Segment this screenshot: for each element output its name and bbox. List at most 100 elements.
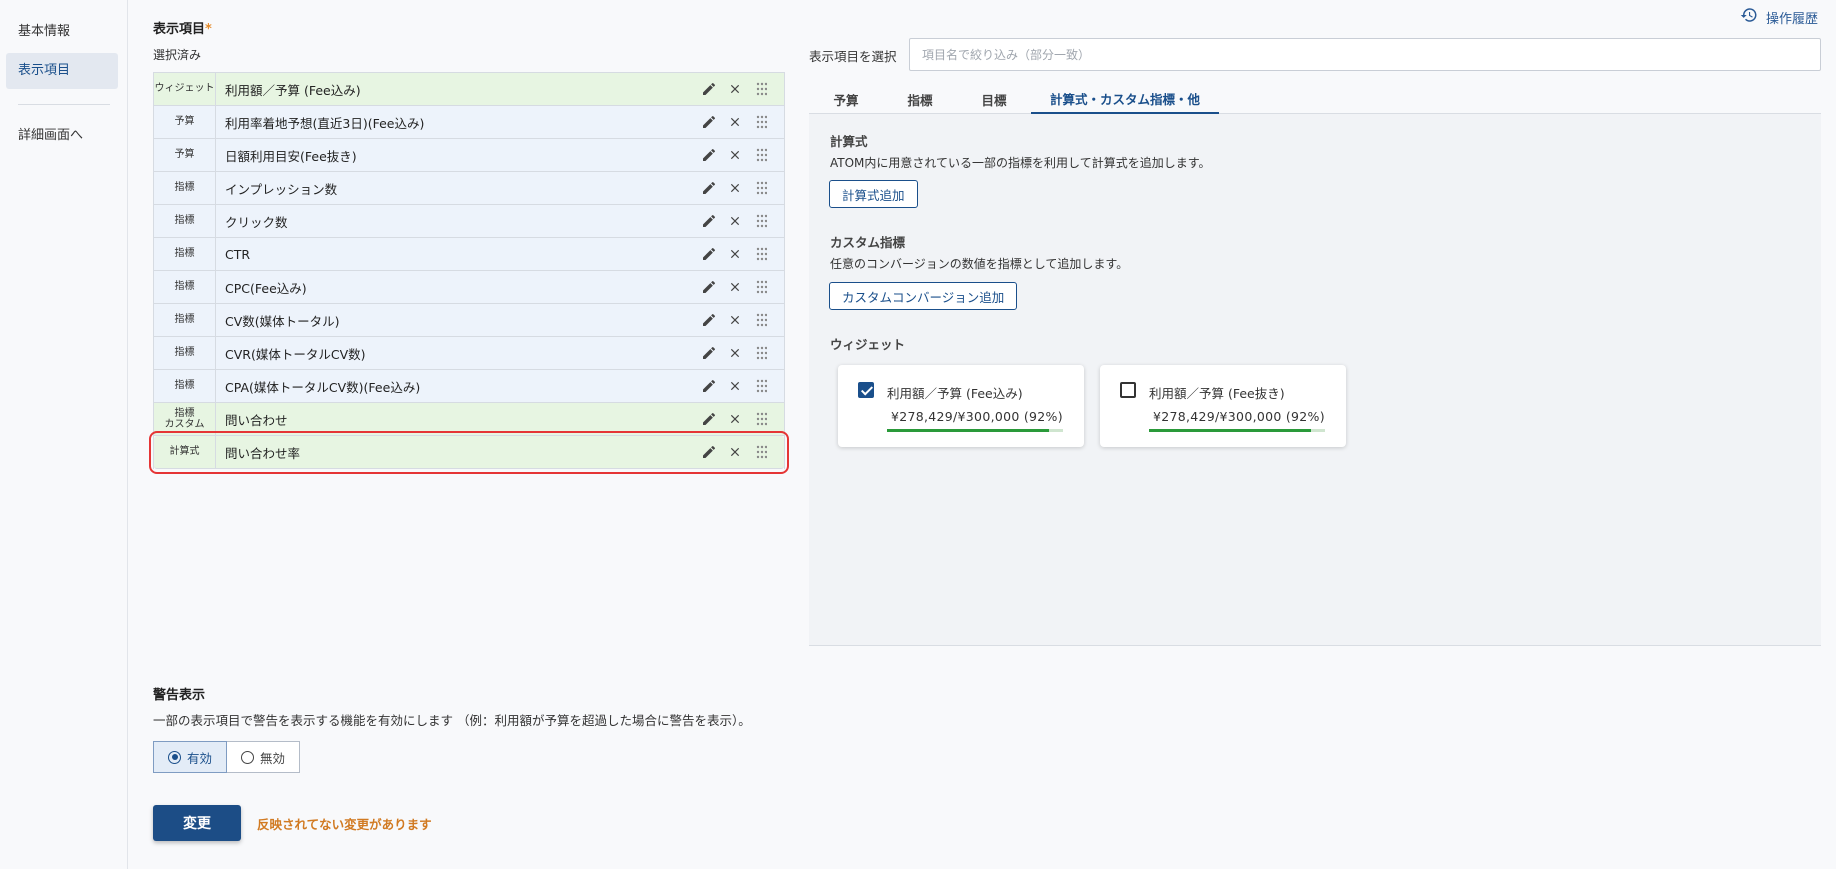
item-category-tag: 計算式 <box>154 436 216 468</box>
widget-card-label: 利用額／予算 (Fee抜き) <box>1149 386 1285 401</box>
sidebar-item-detail-screen[interactable]: 詳細画面へ <box>6 118 118 154</box>
required-mark: * <box>205 22 212 37</box>
close-icon[interactable] <box>722 436 748 469</box>
selected-item-row-highlighted[interactable]: 計算式 問い合わせ率 <box>149 431 789 474</box>
item-category-tag: 指標 <box>154 304 216 336</box>
selected-item-row[interactable]: 指標 カスタム 問い合わせ <box>154 403 784 436</box>
item-label: 利用額／予算 (Fee込み) <box>225 82 361 98</box>
submit-button[interactable]: 変更 <box>153 805 241 841</box>
edit-icon[interactable] <box>696 304 722 337</box>
tab-formula-custom-other[interactable]: 計算式・カスタム指標・他 <box>1031 84 1219 114</box>
item-filter-input[interactable] <box>909 38 1821 71</box>
checkbox-checked-icon[interactable] <box>858 382 874 398</box>
tab-goals[interactable]: 目標 <box>957 84 1031 114</box>
custom-metric-description: 任意のコンバージョンの数値を指標として追加します。 <box>830 257 1129 271</box>
checkbox-unchecked-icon[interactable] <box>1120 382 1136 398</box>
warning-radio-group: 有効 無効 <box>153 741 301 773</box>
close-icon[interactable] <box>722 271 748 304</box>
edit-icon[interactable] <box>696 238 722 271</box>
drag-handle-icon[interactable] <box>748 337 774 370</box>
widget-card[interactable]: 利用額／予算 (Fee抜き) ¥278,429/¥300,000 (92%) <box>1100 365 1346 447</box>
edit-icon[interactable] <box>696 271 722 304</box>
close-icon[interactable] <box>722 304 748 337</box>
selected-item-row[interactable]: 指標 クリック数 <box>154 205 784 238</box>
selected-item-row[interactable]: 指標 CVR(媒体トータルCV数) <box>154 337 784 370</box>
drag-handle-icon[interactable] <box>748 238 774 271</box>
radio-selected-icon <box>168 750 181 764</box>
close-icon[interactable] <box>722 73 748 106</box>
selected-item-row[interactable]: 指標 インプレッション数 <box>154 172 784 205</box>
selected-item-row[interactable]: 予算 日額利用目安(Fee抜き) <box>154 139 784 172</box>
sidebar-item-basic-info[interactable]: 基本情報 <box>6 14 118 50</box>
custom-metric-title: カスタム指標 <box>830 235 906 250</box>
edit-icon[interactable] <box>696 436 722 469</box>
item-category-tag: 指標 <box>154 238 216 270</box>
item-label: CPC(Fee込み) <box>225 280 307 296</box>
drag-handle-icon[interactable] <box>748 205 774 238</box>
history-label: 操作履歴 <box>1765 11 1818 27</box>
tab-budget[interactable]: 予算 <box>809 84 883 114</box>
drag-handle-icon[interactable] <box>748 370 774 403</box>
radio-disabled[interactable]: 無効 <box>227 741 301 773</box>
display-items-title: 表示項目* <box>153 22 212 37</box>
selected-label: 選択済み <box>153 48 202 62</box>
drag-handle-icon[interactable] <box>748 436 774 469</box>
selected-item-row[interactable]: 指標 CTR <box>154 238 784 271</box>
widget-card-value: ¥278,429/¥300,000 (92%) <box>1153 409 1325 424</box>
close-icon[interactable] <box>722 238 748 271</box>
edit-icon[interactable] <box>696 106 722 139</box>
item-label: 問い合わせ <box>225 412 288 428</box>
item-label: CVR(媒体トータルCV数) <box>225 346 366 362</box>
drag-handle-icon[interactable] <box>748 403 774 436</box>
item-category-tag: 指標 <box>154 205 216 237</box>
selected-item-row[interactable]: 指標 CV数(媒体トータル) <box>154 304 784 337</box>
formula-description: ATOM内に用意されている一部の指標を利用して計算式を追加します。 <box>830 156 1211 170</box>
widget-card-value: ¥278,429/¥300,000 (92%) <box>891 409 1063 424</box>
item-label: 問い合わせ率 <box>225 445 301 461</box>
selected-item-row[interactable]: ウィジェット 利用額／予算 (Fee込み) <box>154 73 784 106</box>
edit-icon[interactable] <box>696 403 722 436</box>
edit-icon[interactable] <box>696 139 722 172</box>
history-link[interactable]: 操作履歴 <box>1740 7 1818 27</box>
widget-title: ウィジェット <box>830 337 906 352</box>
drag-handle-icon[interactable] <box>748 271 774 304</box>
selected-item-row[interactable]: 指標 CPA(媒体トータルCV数)(Fee込み) <box>154 370 784 403</box>
drag-handle-icon[interactable] <box>748 139 774 172</box>
item-category-tag: ウィジェット <box>154 73 216 105</box>
close-icon[interactable] <box>722 106 748 139</box>
picker-tabs: 予算 指標 目標 計算式・カスタム指標・他 <box>809 84 1821 114</box>
edit-icon[interactable] <box>696 205 722 238</box>
item-category-tag: 指標 <box>154 370 216 402</box>
drag-handle-icon[interactable] <box>748 106 774 139</box>
close-icon[interactable] <box>722 370 748 403</box>
widget-card[interactable]: 利用額／予算 (Fee込み) ¥278,429/¥300,000 (92%) <box>838 365 1084 447</box>
close-icon[interactable] <box>722 403 748 436</box>
drag-handle-icon[interactable] <box>748 304 774 337</box>
item-category-tag: 指標 <box>154 172 216 204</box>
item-label: 日額利用目安(Fee抜き) <box>225 148 357 164</box>
selected-item-row[interactable]: 指標 CPC(Fee込み) <box>154 271 784 304</box>
tab-metrics[interactable]: 指標 <box>883 84 957 114</box>
item-category-tag: 指標 カスタム <box>154 403 216 435</box>
edit-icon[interactable] <box>696 73 722 106</box>
close-icon[interactable] <box>722 139 748 172</box>
formula-title: 計算式 <box>830 134 868 149</box>
unsaved-notice: 反映されてない変更があります <box>257 817 432 832</box>
drag-handle-icon[interactable] <box>748 172 774 205</box>
selected-items-list: ウィジェット 利用額／予算 (Fee込み) 予算 利用率着地予想(直近3日)(F… <box>149 72 789 474</box>
edit-icon[interactable] <box>696 337 722 370</box>
close-icon[interactable] <box>722 205 748 238</box>
add-formula-button[interactable]: 計算式追加 <box>829 180 918 208</box>
close-icon[interactable] <box>722 337 748 370</box>
warning-title: 警告表示 <box>153 688 206 703</box>
close-icon[interactable] <box>722 172 748 205</box>
selected-item-row[interactable]: 予算 利用率着地予想(直近3日)(Fee込み) <box>154 106 784 139</box>
sidebar-item-display-items[interactable]: 表示項目 <box>6 53 118 89</box>
edit-icon[interactable] <box>696 172 722 205</box>
widget-progress-bar <box>887 429 1063 432</box>
item-label: CTR <box>225 246 251 262</box>
add-custom-conversion-button[interactable]: カスタムコンバージョン追加 <box>829 282 1018 310</box>
edit-icon[interactable] <box>696 370 722 403</box>
drag-handle-icon[interactable] <box>748 73 774 106</box>
radio-enabled[interactable]: 有効 <box>153 741 228 773</box>
